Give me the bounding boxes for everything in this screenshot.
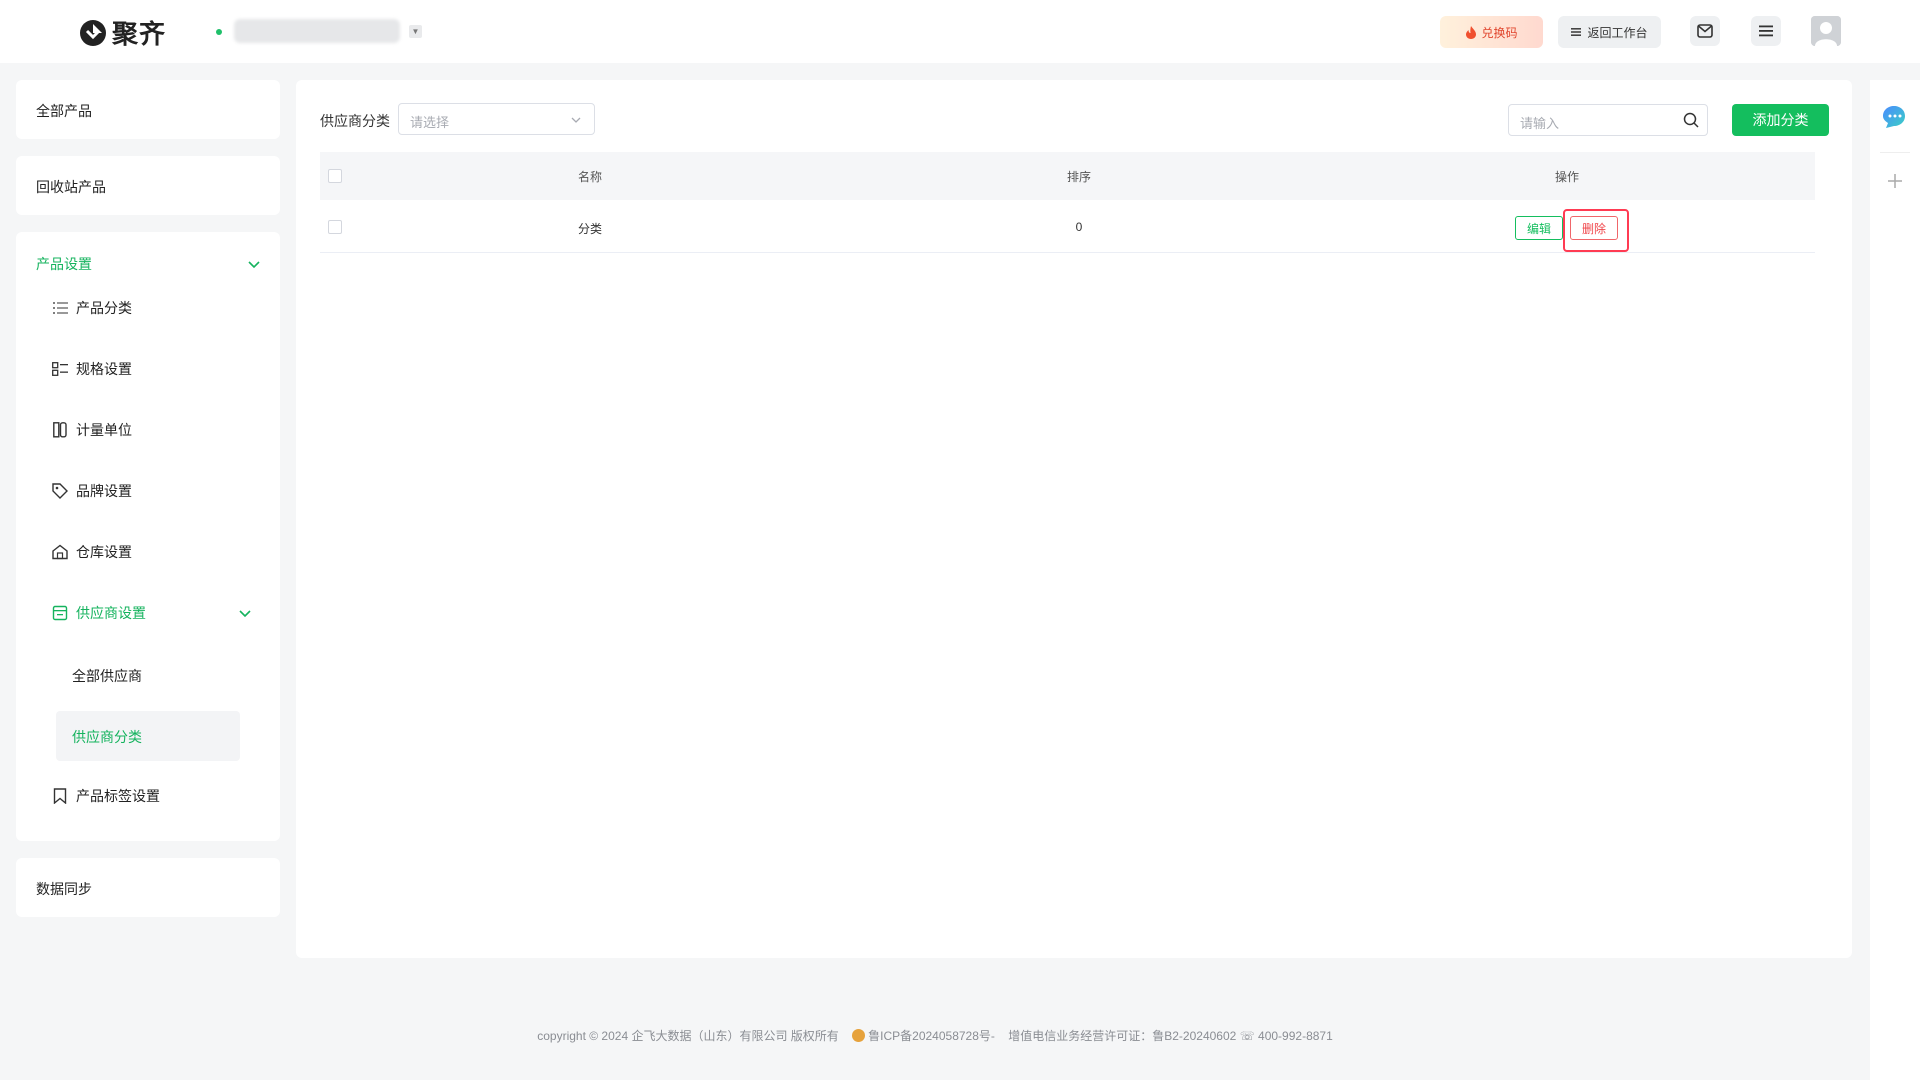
tag-icon	[52, 483, 68, 499]
warehouse-icon	[52, 544, 68, 560]
police-emblem-icon	[852, 1029, 866, 1042]
supplier-category-filter-label: 供应商分类	[320, 113, 390, 129]
chevron-down-icon[interactable]	[247, 257, 261, 271]
supplier-category-select[interactable]: 请选择	[398, 103, 595, 135]
spec-icon	[52, 361, 68, 377]
sidebar-product-settings-group: 产品设置 产品分类 规格设置 计量单位 品牌设置 仓库设置 供应商设置 全部供应…	[16, 232, 280, 841]
store-selector[interactable]	[234, 19, 400, 43]
column-header-sort: 排序	[1066, 170, 1092, 184]
cell-name: 分类	[577, 222, 603, 236]
back-to-workbench-button[interactable]: 返回工作台	[1558, 16, 1661, 48]
menu-lines-icon	[1571, 28, 1582, 36]
rail-divider	[1880, 152, 1910, 153]
sidebar-item-all-products[interactable]: 全部产品	[16, 80, 280, 139]
sidebar-item-label: 产品分类	[76, 300, 132, 316]
column-header-actions: 操作	[1554, 170, 1580, 184]
sidebar-item-all-suppliers[interactable]: 全部供应商	[72, 666, 142, 686]
unit-icon	[52, 422, 68, 438]
edit-button[interactable]: 编辑	[1515, 216, 1563, 240]
sidebar-item-label: 品牌设置	[76, 483, 132, 499]
chevron-down-icon[interactable]	[238, 606, 252, 620]
bookmark-icon	[52, 788, 68, 804]
select-placeholder: 请选择	[410, 115, 450, 130]
sidebar-item-label: 仓库设置	[76, 544, 132, 560]
footer-phone: 400-992-8871	[1258, 1029, 1333, 1043]
sidebar-item-label: 回收站产品	[36, 179, 106, 195]
logo-icon	[80, 19, 106, 46]
sidebar-item-supplier-category[interactable]: 供应商分类	[72, 727, 142, 747]
phone-icon: ☏	[1239, 1029, 1255, 1043]
sidebar-item-units[interactable]: 计量单位	[52, 418, 132, 442]
chat-assistant-icon[interactable]	[1880, 104, 1910, 130]
footer-icp-link[interactable]: 鲁ICP备2024058728号-	[868, 1029, 995, 1043]
top-header: 聚齐 ▼ 兑换码 返回工作台	[0, 0, 1920, 63]
sidebar-item-label: 规格设置	[76, 361, 132, 377]
sidebar-item-tag-settings[interactable]: 产品标签设置	[52, 784, 160, 808]
back-to-workbench-label: 返回工作台	[1587, 25, 1648, 40]
fire-icon	[1466, 25, 1477, 39]
brand-logo[interactable]: 聚齐	[78, 14, 166, 51]
sidebar-item-label: 全部产品	[36, 103, 92, 119]
redeem-code-label: 兑换码	[1481, 25, 1518, 40]
sidebar-item-recycle-products[interactable]: 回收站产品	[16, 156, 280, 215]
sidebar-item-supplier-settings[interactable]: 供应商设置	[52, 601, 146, 625]
store-status-dot	[216, 29, 222, 35]
sidebar-item-brand-settings[interactable]: 品牌设置	[52, 479, 132, 503]
mail-icon	[1697, 24, 1713, 38]
menu-button[interactable]	[1751, 16, 1781, 46]
select-all-checkbox[interactable]	[328, 169, 342, 183]
sidebar-item-data-sync[interactable]: 数据同步	[16, 858, 280, 917]
table-row: 分类 0 编辑 删除	[320, 200, 1815, 253]
main-panel: 供应商分类 请选择 请输入 添加分类 名称 排序 操作 分类 0 编辑 删除	[296, 80, 1852, 958]
sidebar-item-product-category[interactable]: 产品分类	[52, 296, 132, 320]
add-category-button[interactable]: 添加分类	[1732, 104, 1829, 136]
search-placeholder: 请输入	[1520, 116, 1560, 131]
redeem-code-button[interactable]: 兑换码	[1440, 16, 1543, 48]
sidebar-item-label: 计量单位	[76, 422, 132, 438]
delete-highlight-box	[1563, 209, 1629, 252]
store-dropdown-caret-icon[interactable]: ▼	[409, 25, 422, 38]
add-tool-button[interactable]	[1878, 164, 1912, 198]
cell-sort: 0	[1075, 220, 1083, 234]
search-icon[interactable]	[1683, 112, 1699, 128]
user-avatar-icon	[1811, 16, 1841, 46]
footer-copyright: copyright © 2024 企飞大数据（山东）有限公司 版权所有	[537, 1029, 839, 1043]
sidebar-item-label: 数据同步	[36, 881, 92, 897]
row-checkbox[interactable]	[328, 220, 342, 234]
sidebar-item-spec-settings[interactable]: 规格设置	[52, 357, 132, 381]
search-input[interactable]: 请输入	[1508, 104, 1708, 136]
hamburger-icon	[1759, 25, 1773, 37]
sidebar-item-warehouse-settings[interactable]: 仓库设置	[52, 540, 132, 564]
avatar[interactable]	[1811, 16, 1841, 46]
message-button[interactable]	[1690, 16, 1720, 46]
sidebar-item-label: 产品标签设置	[76, 788, 160, 804]
list-icon	[52, 300, 68, 316]
footer-license: 增值电信业务经营许可证：鲁B2-20240602	[1008, 1029, 1237, 1043]
right-rail	[1870, 80, 1920, 1080]
plus-icon	[1888, 174, 1902, 188]
sidebar-group-title[interactable]: 产品设置	[36, 254, 92, 274]
chevron-down-icon	[571, 117, 581, 123]
supplier-icon	[52, 605, 68, 621]
brand-name: 聚齐	[112, 19, 167, 49]
footer: copyright © 2024 企飞大数据（山东）有限公司 版权所有 鲁ICP…	[0, 1027, 1870, 1044]
column-header-name: 名称	[577, 170, 603, 184]
sidebar-item-label: 供应商设置	[76, 605, 146, 621]
table-header: 名称 排序 操作	[320, 152, 1815, 200]
